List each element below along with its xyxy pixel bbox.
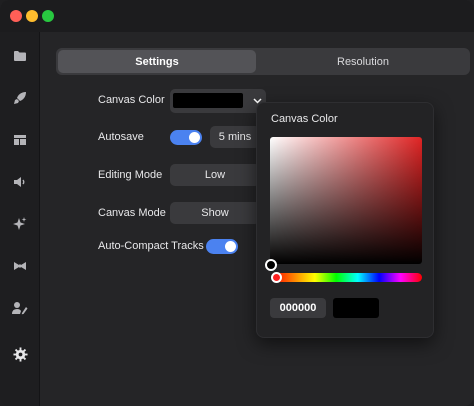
canvas-mode-label: Canvas Mode: [98, 207, 166, 219]
tab-resolution[interactable]: Resolution: [258, 50, 468, 73]
minimize-window-button[interactable]: [26, 10, 38, 22]
sidebar: [0, 32, 40, 406]
close-window-button[interactable]: [10, 10, 22, 22]
layout-icon[interactable]: [10, 130, 30, 150]
editing-mode-select[interactable]: Low: [170, 164, 260, 186]
saturation-value-handle[interactable]: [265, 259, 277, 271]
speaker-icon[interactable]: [10, 172, 30, 192]
autosave-toggle[interactable]: [170, 130, 202, 145]
folder-icon[interactable]: [10, 46, 30, 66]
zoom-window-button[interactable]: [42, 10, 54, 22]
app-window: Settings Resolution Canvas Color Autosav…: [0, 0, 474, 406]
hue-slider[interactable]: [272, 273, 422, 282]
auto-compact-label: Auto-Compact Tracks: [98, 240, 204, 252]
bowtie-icon[interactable]: [10, 256, 30, 276]
user-edit-icon[interactable]: [10, 298, 30, 318]
canvas-color-swatch: [173, 93, 243, 108]
rocket-icon[interactable]: [10, 88, 30, 108]
color-picker-title: Canvas Color: [271, 113, 338, 125]
tab-settings[interactable]: Settings: [58, 50, 256, 73]
canvas-color-label: Canvas Color: [98, 94, 165, 106]
autosave-label: Autosave: [98, 131, 144, 143]
title-bar: [0, 0, 474, 32]
tab-bar: Settings Resolution: [56, 48, 470, 75]
canvas-mode-select[interactable]: Show: [170, 202, 260, 224]
auto-compact-toggle[interactable]: [206, 239, 238, 254]
hue-slider-handle[interactable]: [271, 272, 282, 283]
sparkle-icon[interactable]: [10, 214, 30, 234]
saturation-value-area[interactable]: [270, 137, 422, 264]
gear-icon[interactable]: [10, 344, 30, 364]
editing-mode-label: Editing Mode: [98, 169, 163, 181]
autosave-interval-select[interactable]: 5 mins: [210, 126, 260, 148]
hex-input[interactable]: 000000: [270, 298, 326, 318]
color-preview: [333, 298, 379, 318]
color-picker-popover: Canvas Color 000000: [256, 102, 434, 338]
